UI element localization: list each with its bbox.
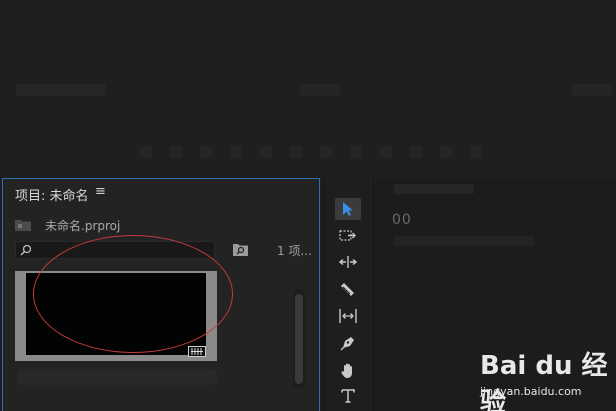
project-panel: 项目: 未命名 ≡ 未命名.prproj 1 项... [2, 178, 320, 411]
panel-menu-icon[interactable]: ≡ [95, 184, 106, 199]
pen-tool-icon [340, 337, 354, 351]
panel-title[interactable]: 项目: 未命名 [15, 185, 89, 204]
slip-tool[interactable] [335, 305, 361, 327]
slip-tool-icon [339, 309, 357, 323]
type-tool-icon [341, 389, 355, 403]
selection-tool[interactable] [335, 198, 361, 220]
audio-video-badge-icon [188, 346, 206, 357]
folder-icon [15, 220, 31, 231]
ripple-edit-tool[interactable] [335, 251, 361, 273]
tools-panel [324, 178, 374, 411]
timecode-display[interactable]: 00 [392, 212, 412, 228]
top-blur-text [300, 84, 340, 96]
top-blur-text [572, 84, 612, 96]
search-input[interactable] [15, 241, 215, 259]
item-count: 1 项... [277, 244, 312, 258]
watermark-logo: Bai du 经验 [480, 351, 608, 411]
program-blur-row [394, 236, 534, 246]
new-search-bin-icon[interactable] [233, 242, 248, 256]
selection-tool-icon [343, 202, 353, 216]
top-panels-area [0, 0, 616, 178]
project-file-name: 未命名.prproj [45, 219, 121, 233]
ripple-edit-tool-icon [339, 256, 357, 268]
hand-tool[interactable] [335, 359, 361, 381]
clip-thumbnail[interactable] [15, 271, 217, 361]
top-toolbar-strip [140, 146, 540, 164]
project-file-row[interactable]: 未命名.prproj [13, 215, 303, 235]
search-icon [20, 244, 32, 256]
baidu-watermark: Bai du 经验 jingyan.baidu.com [480, 345, 610, 411]
thumbnail-video [26, 273, 206, 355]
scrollbar-thumb[interactable] [295, 294, 303, 384]
track-select-tool-icon [339, 230, 356, 241]
razor-tool[interactable] [335, 278, 361, 300]
watermark-url: jingyan.baidu.com [480, 385, 582, 398]
clip-name-blur [17, 369, 217, 385]
hand-tool-icon [341, 363, 352, 378]
top-blur-text [16, 84, 106, 96]
project-panel-header: 项目: 未命名 ≡ [3, 179, 319, 207]
type-tool[interactable] [335, 385, 361, 407]
program-tab-blur [394, 184, 474, 194]
pen-tool[interactable] [335, 332, 361, 354]
track-select-tool[interactable] [335, 225, 361, 247]
razor-tool-icon [341, 283, 354, 296]
